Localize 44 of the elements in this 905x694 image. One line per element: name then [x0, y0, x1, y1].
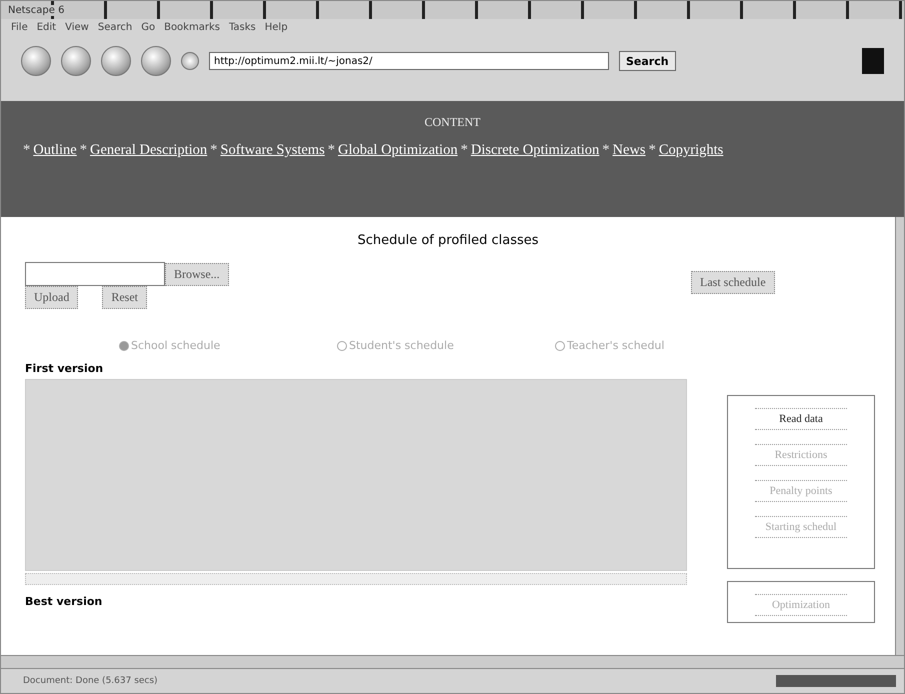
bullet: *: [328, 142, 335, 159]
logo-icon: [862, 48, 884, 74]
menu-item[interactable]: Search: [98, 22, 132, 32]
banner-heading: CONTENT: [424, 115, 480, 130]
nav-button[interactable]: [21, 46, 51, 76]
nav-button[interactable]: [101, 46, 131, 76]
menu-item[interactable]: Help: [264, 22, 288, 32]
upload-button[interactable]: Upload: [25, 286, 78, 309]
menu-item[interactable]: View: [65, 22, 89, 32]
bullet: *: [602, 142, 610, 159]
address-field[interactable]: http://optimum2.mii.lt/~jonas2/: [209, 52, 609, 70]
file-field[interactable]: [25, 262, 165, 286]
menu-item[interactable]: File: [11, 22, 28, 32]
section-label: First version: [25, 362, 104, 375]
menu-item[interactable]: Bookmarks: [164, 22, 220, 32]
search-button[interactable]: Search: [619, 51, 676, 71]
browse-button[interactable]: Browse...: [165, 262, 229, 286]
nav-link[interactable]: News: [612, 142, 646, 159]
section-label: Best version: [25, 595, 104, 608]
nav-link[interactable]: Software Systems: [220, 142, 325, 159]
nav-link[interactable]: Global Optimization: [338, 142, 458, 159]
nav-button[interactable]: [141, 46, 171, 76]
bullet: *: [648, 142, 656, 159]
status-text: Document: Done (5.637 secs): [23, 676, 158, 686]
step-button[interactable]: Read data: [755, 408, 847, 430]
scrollbar[interactable]: [1, 655, 904, 669]
nav-link[interactable]: Copyrights: [658, 142, 724, 159]
scrollbar[interactable]: [895, 217, 904, 655]
bullet: *: [460, 142, 468, 159]
menu-item[interactable]: Edit: [36, 22, 56, 32]
last-schedule-button[interactable]: Last schedule: [691, 271, 775, 294]
nav-link[interactable]: Outline: [33, 142, 77, 159]
nav-link[interactable]: General Description: [90, 142, 208, 159]
reset-button[interactable]: Reset: [102, 286, 147, 309]
home-icon[interactable]: [181, 52, 199, 70]
bullet: *: [80, 142, 87, 159]
nav-link[interactable]: Discrete Optimization: [470, 142, 600, 159]
menu-item[interactable]: Tasks: [228, 22, 256, 32]
nav-button[interactable]: [61, 46, 91, 76]
page-title: Schedule of profiled classes: [356, 233, 540, 248]
bullet: *: [210, 142, 218, 159]
bullet: *: [23, 142, 30, 159]
menu-item[interactable]: Go: [141, 22, 156, 32]
scrollbar[interactable]: [25, 573, 687, 585]
